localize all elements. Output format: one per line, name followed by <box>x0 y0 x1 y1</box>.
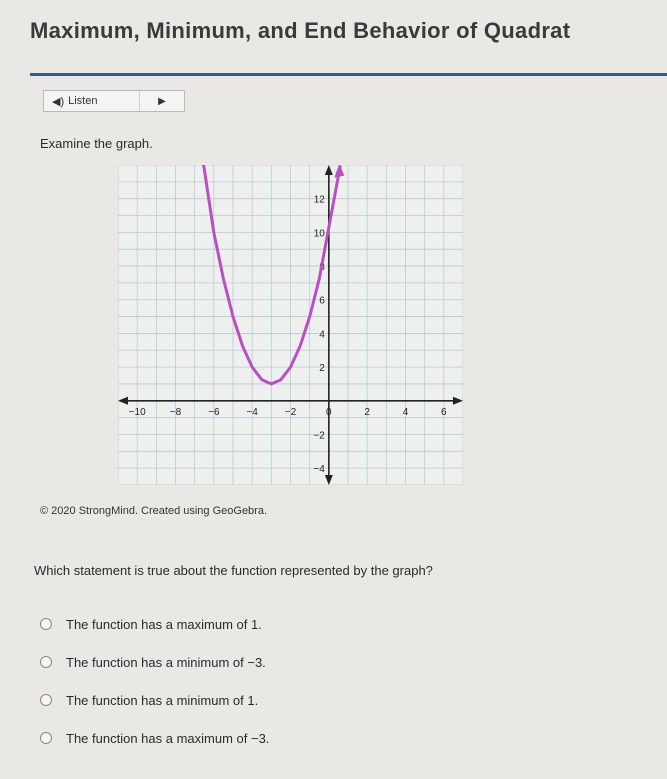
radio-button[interactable] <box>40 732 52 744</box>
x-tick-label: −10 <box>129 407 146 418</box>
option-label: The function has a minimum of 1. <box>66 692 259 708</box>
answer-options: The function has a maximum of 1. The fun… <box>40 605 269 757</box>
answer-option-2[interactable]: The function has a minimum of −3. <box>40 643 269 681</box>
y-tick-label: −4 <box>313 464 325 475</box>
answer-option-4[interactable]: The function has a maximum of −3. <box>40 719 269 757</box>
radio-button[interactable] <box>40 656 52 668</box>
x-tick-label: −4 <box>246 407 258 418</box>
option-label: The function has a maximum of 1. <box>66 616 262 632</box>
radio-button[interactable] <box>40 618 52 630</box>
x-tick-label: −8 <box>170 407 182 418</box>
title-divider <box>30 73 667 76</box>
question-text: Which statement is true about the functi… <box>34 563 433 578</box>
x-tick-label: 6 <box>441 407 447 418</box>
option-label: The function has a maximum of −3. <box>66 730 270 746</box>
x-tick-label: −6 <box>208 407 220 418</box>
x-tick-label: 4 <box>403 407 409 418</box>
option-label: The function has a minimum of −3. <box>66 654 266 670</box>
listen-label: Listen <box>68 95 98 107</box>
y-tick-label: 12 <box>314 195 326 206</box>
x-tick-label: 0 <box>326 407 332 418</box>
y-tick-label: 6 <box>319 296 325 307</box>
speaker-icon: ◀) <box>52 95 65 108</box>
play-icon[interactable]: ▶ <box>140 96 184 107</box>
answer-option-3[interactable]: The function has a minimum of 1. <box>40 681 269 719</box>
credit-text: © 2020 StrongMind. Created using GeoGebr… <box>40 505 268 517</box>
page-title: Maximum, Minimum, and End Behavior of Qu… <box>30 18 571 43</box>
y-tick-label: 2 <box>319 363 325 374</box>
answer-option-1[interactable]: The function has a maximum of 1. <box>40 605 269 643</box>
listen-button[interactable]: ◀) Listen ▶ <box>43 90 185 112</box>
parabola-graph: −10 −8 −6 −4 −2 0 2 4 6−4−224681012 <box>118 165 463 485</box>
radio-button[interactable] <box>40 694 52 706</box>
x-tick-label: 2 <box>364 407 370 418</box>
listen-label-area[interactable]: ◀) Listen <box>44 91 140 111</box>
y-tick-label: 10 <box>314 228 326 239</box>
y-tick-label: −2 <box>313 430 325 441</box>
x-tick-label: −2 <box>285 407 297 418</box>
prompt-text: Examine the graph. <box>40 136 153 151</box>
y-tick-label: 4 <box>319 329 325 340</box>
